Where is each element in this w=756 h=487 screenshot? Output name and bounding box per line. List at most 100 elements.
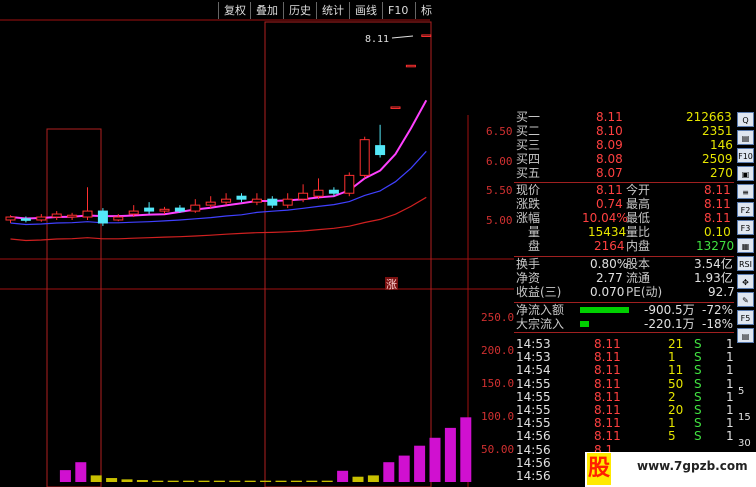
last-price-pointer — [391, 35, 414, 39]
volume-bar — [460, 417, 472, 482]
volume-bar — [198, 480, 210, 482]
move-icon[interactable]: ✥ — [737, 274, 754, 289]
candle-body — [344, 174, 355, 194]
watermark-url: www.7gpzb.com — [637, 459, 748, 473]
volume-axis: 250.0 200.0 150.0 100.0 50.00 — [481, 311, 514, 456]
candle-body — [174, 207, 185, 212]
candle-body — [421, 34, 432, 37]
f10-icon[interactable]: F10 — [737, 148, 754, 163]
zoom-icon[interactable]: Q — [737, 112, 754, 127]
volume-tick-label: 50.00 — [481, 443, 514, 456]
doc-icon[interactable]: ▤ — [737, 328, 754, 343]
volume-bar — [183, 480, 195, 482]
volume-bar — [321, 480, 333, 482]
volume-bar — [90, 475, 102, 482]
flow-row: 大宗流入 -220.1万 -18% — [516, 317, 734, 331]
candle-body — [221, 198, 232, 203]
bid-row: 买二 8.10 2351 — [516, 124, 733, 138]
volume-bar — [429, 437, 441, 482]
fund-icon[interactable]: ▣ — [737, 166, 754, 181]
volume-bar — [229, 480, 241, 482]
volume-bar — [290, 480, 302, 482]
last-price-label: 8.11 — [365, 34, 389, 45]
candle-body — [5, 216, 16, 221]
stat-row: 涨幅 10.04% 最低 8.11 — [516, 211, 731, 225]
flow-row: 净流入额 -900.5万 -72% — [516, 303, 734, 317]
rsi-icon[interactable]: RSI — [737, 256, 754, 271]
candlesticks — [5, 34, 432, 226]
page-number[interactable]: 15 — [738, 412, 751, 423]
candle-body — [128, 210, 139, 215]
candle-body — [67, 214, 78, 218]
volume-bar — [352, 476, 364, 482]
f2-icon[interactable]: F2 — [737, 202, 754, 217]
volume-bar — [106, 478, 118, 482]
candle-body — [236, 195, 247, 200]
candle-body — [390, 106, 401, 109]
page-number[interactable]: 5 — [738, 386, 744, 397]
fund-row: 换手 0.80% 股本 3.54亿 — [516, 257, 733, 271]
kline-chart[interactable]: 6.50 6.00 5.50 5.00 250.0 200.0 150.0 10… — [0, 0, 514, 487]
tick-t: 14:56 — [516, 469, 551, 483]
f3-icon[interactable]: F3 — [737, 220, 754, 235]
watermark: 股 www.7gpzb.com — [585, 452, 756, 487]
volume-bar — [306, 480, 318, 482]
candle-body — [405, 64, 416, 68]
bid-row: 买四 8.08 2509 — [516, 152, 733, 166]
volume-bar — [167, 480, 179, 482]
volume-bar — [75, 462, 87, 482]
volume-bar — [337, 470, 349, 482]
volume-bar — [136, 480, 148, 482]
list-icon[interactable]: ≡ — [737, 184, 754, 199]
flow-bar — [580, 321, 590, 327]
flow-bar — [580, 307, 630, 313]
price-tick-label: 5.00 — [486, 214, 513, 227]
volume-bar — [152, 480, 164, 482]
candle-body — [144, 207, 155, 212]
volume-tick-label: 150.0 — [481, 377, 514, 390]
fund-row: 净资 2.77 流通 1.93亿 — [516, 271, 733, 285]
f5-icon[interactable]: F5 — [737, 310, 754, 325]
candle-body — [298, 192, 309, 200]
volume-bar — [275, 480, 287, 482]
chart-icon[interactable]: ▤ — [737, 130, 754, 145]
side-toolbar: Q ▤ F10 ▣ ≡ F2 F3 ▦ RSI ✥ ✎ F5 ▤ 5 15 30 — [736, 110, 756, 487]
volume-bar — [383, 462, 395, 482]
volume-bar — [260, 480, 272, 482]
volume-bar — [444, 427, 456, 482]
candle-body — [82, 210, 93, 218]
candle-body — [282, 198, 293, 206]
chart-grid — [0, 19, 514, 487]
candle-body — [313, 189, 324, 197]
candle-body — [205, 201, 216, 206]
volume-bars — [59, 417, 472, 482]
candle-body — [97, 210, 108, 224]
bid-row: 买五 8.07 270 — [516, 166, 733, 180]
volume-bar — [121, 479, 133, 482]
ma-line — [10, 196, 427, 242]
volume-bar — [213, 480, 225, 482]
candle-body — [190, 204, 201, 212]
volume-tick-label: 200.0 — [481, 344, 514, 357]
grid-icon[interactable]: ▦ — [737, 238, 754, 253]
stat-row: 涨跌 0.74 最高 8.11 — [516, 197, 731, 211]
pen-icon[interactable]: ✎ — [737, 292, 754, 307]
volume-tick-label: 250.0 — [481, 311, 514, 324]
candle-body — [113, 216, 124, 221]
candle-body — [251, 198, 262, 203]
limit-up-marker: 涨 — [386, 278, 397, 291]
fund-row: 收益(三) 0.070 PE(动) 92.7 — [516, 285, 735, 299]
candle-body — [359, 139, 370, 176]
bid-row: 买一 8.11 212663 — [516, 110, 732, 124]
volume-bar — [398, 455, 410, 482]
price-tick-label: 6.50 — [486, 125, 513, 138]
bid-row: 买三 8.09 146 — [516, 138, 733, 152]
price-axis: 6.50 6.00 5.50 5.00 — [486, 125, 513, 227]
volume-bar — [59, 470, 71, 482]
price-tick-label: 6.00 — [486, 155, 513, 168]
watermark-logo: 股 — [587, 453, 611, 485]
page-number[interactable]: 30 — [738, 438, 751, 449]
volume-tick-label: 100.0 — [481, 410, 514, 423]
candle-body — [375, 145, 386, 156]
candle-body — [36, 216, 47, 221]
